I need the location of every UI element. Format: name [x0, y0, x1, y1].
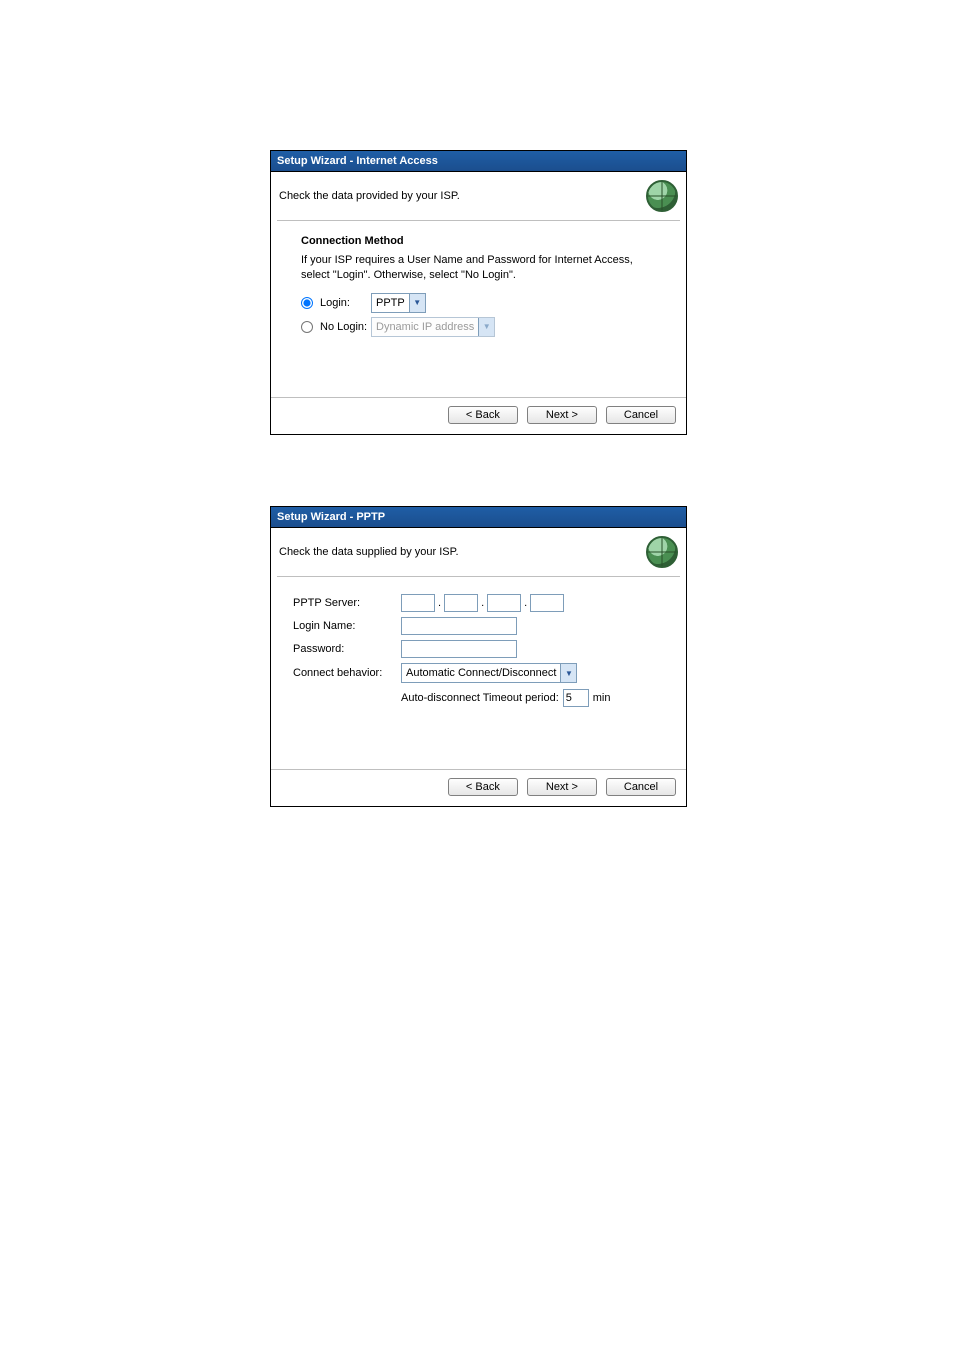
- radio-login-label: Login:: [320, 297, 350, 309]
- dialog-content: Connection Method If your ISP requires a…: [271, 221, 686, 397]
- ip-dot: .: [438, 597, 441, 609]
- page: Setup Wizard - Internet Access Check the…: [0, 0, 954, 1350]
- label-connect-behavior: Connect behavior:: [293, 667, 401, 679]
- dialog-title: Setup Wizard - Internet Access: [271, 151, 686, 172]
- dialog-pptp: Setup Wizard - PPTP Check the data suppl…: [270, 506, 687, 807]
- timeout-unit: min: [593, 692, 611, 704]
- timeout-input[interactable]: [563, 689, 589, 707]
- pptp-server-octet-3[interactable]: [487, 594, 521, 612]
- ip-dot: .: [481, 597, 484, 609]
- pptp-server-octet-1[interactable]: [401, 594, 435, 612]
- back-button[interactable]: < Back: [448, 406, 518, 424]
- dialog-title: Setup Wizard - PPTP: [271, 507, 686, 528]
- radio-login-input[interactable]: [301, 297, 313, 309]
- row-login-name: Login Name:: [293, 617, 664, 635]
- section-description: If your ISP requires a User Name and Pas…: [301, 253, 664, 283]
- connect-behavior-select[interactable]: Automatic Connect/Disconnect ▼: [401, 663, 577, 683]
- section-heading: Connection Method: [301, 235, 664, 247]
- label-pptp-server: PPTP Server:: [293, 597, 401, 609]
- dialog-internet-access: Setup Wizard - Internet Access Check the…: [270, 150, 687, 435]
- cancel-button[interactable]: Cancel: [606, 406, 676, 424]
- cancel-button[interactable]: Cancel: [606, 778, 676, 796]
- dialog-header: Check the data provided by your ISP.: [271, 172, 686, 220]
- next-button[interactable]: Next >: [527, 778, 597, 796]
- row-nologin: No Login: Dynamic IP address ▼: [301, 317, 664, 337]
- row-password: Password:: [293, 640, 664, 658]
- dialog-footer: < Back Next > Cancel: [271, 769, 686, 806]
- chevron-down-icon: ▼: [560, 664, 576, 682]
- pptp-server-octet-2[interactable]: [444, 594, 478, 612]
- nologin-select-value: Dynamic IP address: [376, 321, 474, 333]
- dialog-content: PPTP Server: . . . Login Name: Password:…: [271, 577, 686, 769]
- globe-icon: [646, 536, 678, 568]
- dialog-footer: < Back Next > Cancel: [271, 397, 686, 434]
- connect-behavior-value: Automatic Connect/Disconnect: [406, 667, 556, 679]
- label-password: Password:: [293, 643, 401, 655]
- label-login-name: Login Name:: [293, 620, 401, 632]
- radio-nologin-input[interactable]: [301, 321, 313, 333]
- login-select-value: PPTP: [376, 297, 405, 309]
- dialog-header: Check the data supplied by your ISP.: [271, 528, 686, 576]
- row-login: Login: PPTP ▼: [301, 293, 664, 313]
- login-name-input[interactable]: [401, 617, 517, 635]
- chevron-down-icon: ▼: [478, 318, 494, 336]
- radio-login[interactable]: Login:: [301, 297, 371, 309]
- ip-dot: .: [524, 597, 527, 609]
- next-button[interactable]: Next >: [527, 406, 597, 424]
- row-timeout: Auto-disconnect Timeout period: min: [401, 689, 664, 707]
- timeout-label: Auto-disconnect Timeout period:: [401, 692, 559, 704]
- dialog-subtitle: Check the data provided by your ISP.: [279, 190, 460, 202]
- row-connect-behavior: Connect behavior: Automatic Connect/Disc…: [293, 663, 664, 683]
- pptp-server-octet-4[interactable]: [530, 594, 564, 612]
- chevron-down-icon: ▼: [409, 294, 425, 312]
- radio-nologin-label: No Login:: [320, 321, 367, 333]
- back-button[interactable]: < Back: [448, 778, 518, 796]
- radio-nologin[interactable]: No Login:: [301, 321, 371, 333]
- row-pptp-server: PPTP Server: . . .: [293, 594, 664, 612]
- nologin-select: Dynamic IP address ▼: [371, 317, 495, 337]
- dialog-subtitle: Check the data supplied by your ISP.: [279, 546, 459, 558]
- password-input[interactable]: [401, 640, 517, 658]
- globe-icon: [646, 180, 678, 212]
- login-select[interactable]: PPTP ▼: [371, 293, 426, 313]
